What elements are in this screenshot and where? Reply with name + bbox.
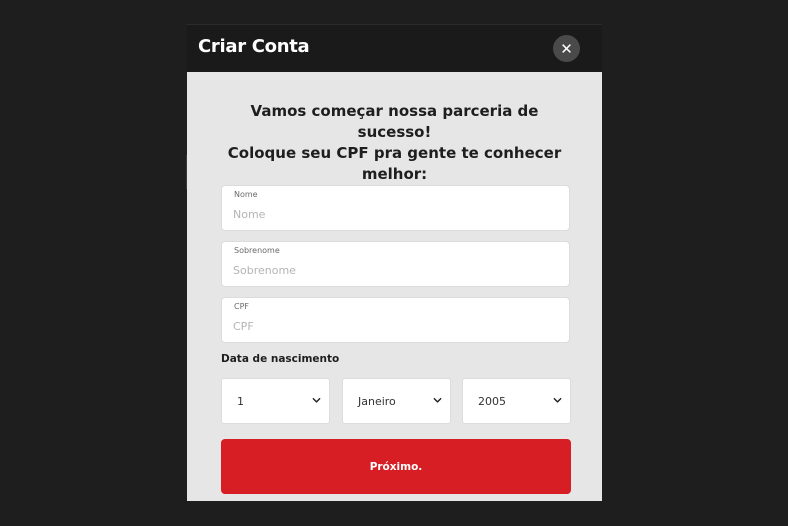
birth-month-value: Janeiro xyxy=(358,395,396,408)
form-headline: Vamos começar nossa parceria de sucesso!… xyxy=(217,101,572,185)
close-icon: ✕ xyxy=(560,39,573,58)
next-button[interactable]: Próximo. xyxy=(221,439,571,494)
birth-date-label: Data de nascimento xyxy=(221,353,340,365)
cpf-label: CPF xyxy=(234,302,250,311)
modal-body: Vamos começar nossa parceria de sucesso!… xyxy=(187,72,602,501)
birth-year-value: 2005 xyxy=(478,395,506,408)
chevron-down-icon xyxy=(312,397,321,403)
birth-day-select[interactable]: 1 xyxy=(221,378,330,424)
cpf-field[interactable]: CPF xyxy=(221,297,570,343)
first-name-label: Nome xyxy=(234,190,258,199)
last-name-field[interactable]: Sobrenome xyxy=(221,241,570,287)
chevron-down-icon xyxy=(433,397,442,403)
birth-day-value: 1 xyxy=(237,395,244,408)
last-name-input[interactable] xyxy=(233,260,553,280)
close-button[interactable]: ✕ xyxy=(553,35,580,62)
first-name-field[interactable]: Nome xyxy=(221,185,570,231)
create-account-modal: Criar Conta ✕ Vamos começar nossa parcer… xyxy=(187,24,602,501)
headline-line-3: melhor: xyxy=(361,165,428,183)
modal-title: Criar Conta xyxy=(198,36,310,57)
cpf-input[interactable] xyxy=(233,316,553,336)
first-name-input[interactable] xyxy=(233,204,553,224)
birth-year-select[interactable]: 2005 xyxy=(462,378,571,424)
next-button-label: Próximo. xyxy=(369,460,423,473)
birth-month-select[interactable]: Janeiro xyxy=(342,378,451,424)
headline-line-1: Vamos começar nossa parceria de sucesso! xyxy=(250,102,539,141)
headline-line-2: Coloque seu CPF pra gente te conhecer xyxy=(227,144,562,162)
modal-header: Criar Conta ✕ xyxy=(187,24,602,73)
last-name-label: Sobrenome xyxy=(234,246,280,255)
chevron-down-icon xyxy=(553,397,562,403)
